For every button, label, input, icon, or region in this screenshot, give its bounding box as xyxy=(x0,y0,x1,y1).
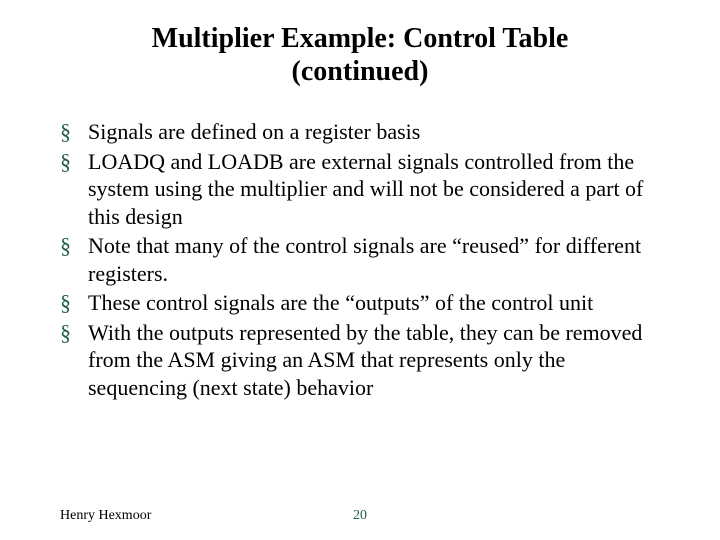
bullet-text: Signals are defined on a register basis xyxy=(88,119,420,144)
footer-author: Henry Hexmoor xyxy=(60,508,151,524)
bullet-text: With the outputs represented by the tabl… xyxy=(88,320,642,400)
title-line-2: (continued) xyxy=(292,56,429,87)
list-item: Note that many of the control signals ar… xyxy=(88,232,660,287)
slide: Multiplier Example: Control Table (conti… xyxy=(0,0,720,540)
bullet-text: These control signals are the “outputs” … xyxy=(88,290,593,315)
list-item: Signals are defined on a register basis xyxy=(88,118,660,146)
slide-title: Multiplier Example: Control Table (conti… xyxy=(60,22,660,88)
title-line-1: Multiplier Example: Control Table xyxy=(152,23,569,54)
bullet-text: Note that many of the control signals ar… xyxy=(88,233,641,286)
list-item: With the outputs represented by the tabl… xyxy=(88,319,660,402)
bullet-list: Signals are defined on a register basis … xyxy=(60,118,660,401)
bullet-text: LOADQ and LOADB are external signals con… xyxy=(88,149,643,229)
list-item: LOADQ and LOADB are external signals con… xyxy=(88,148,660,231)
list-item: These control signals are the “outputs” … xyxy=(88,289,660,317)
footer-page-number: 20 xyxy=(353,508,367,524)
